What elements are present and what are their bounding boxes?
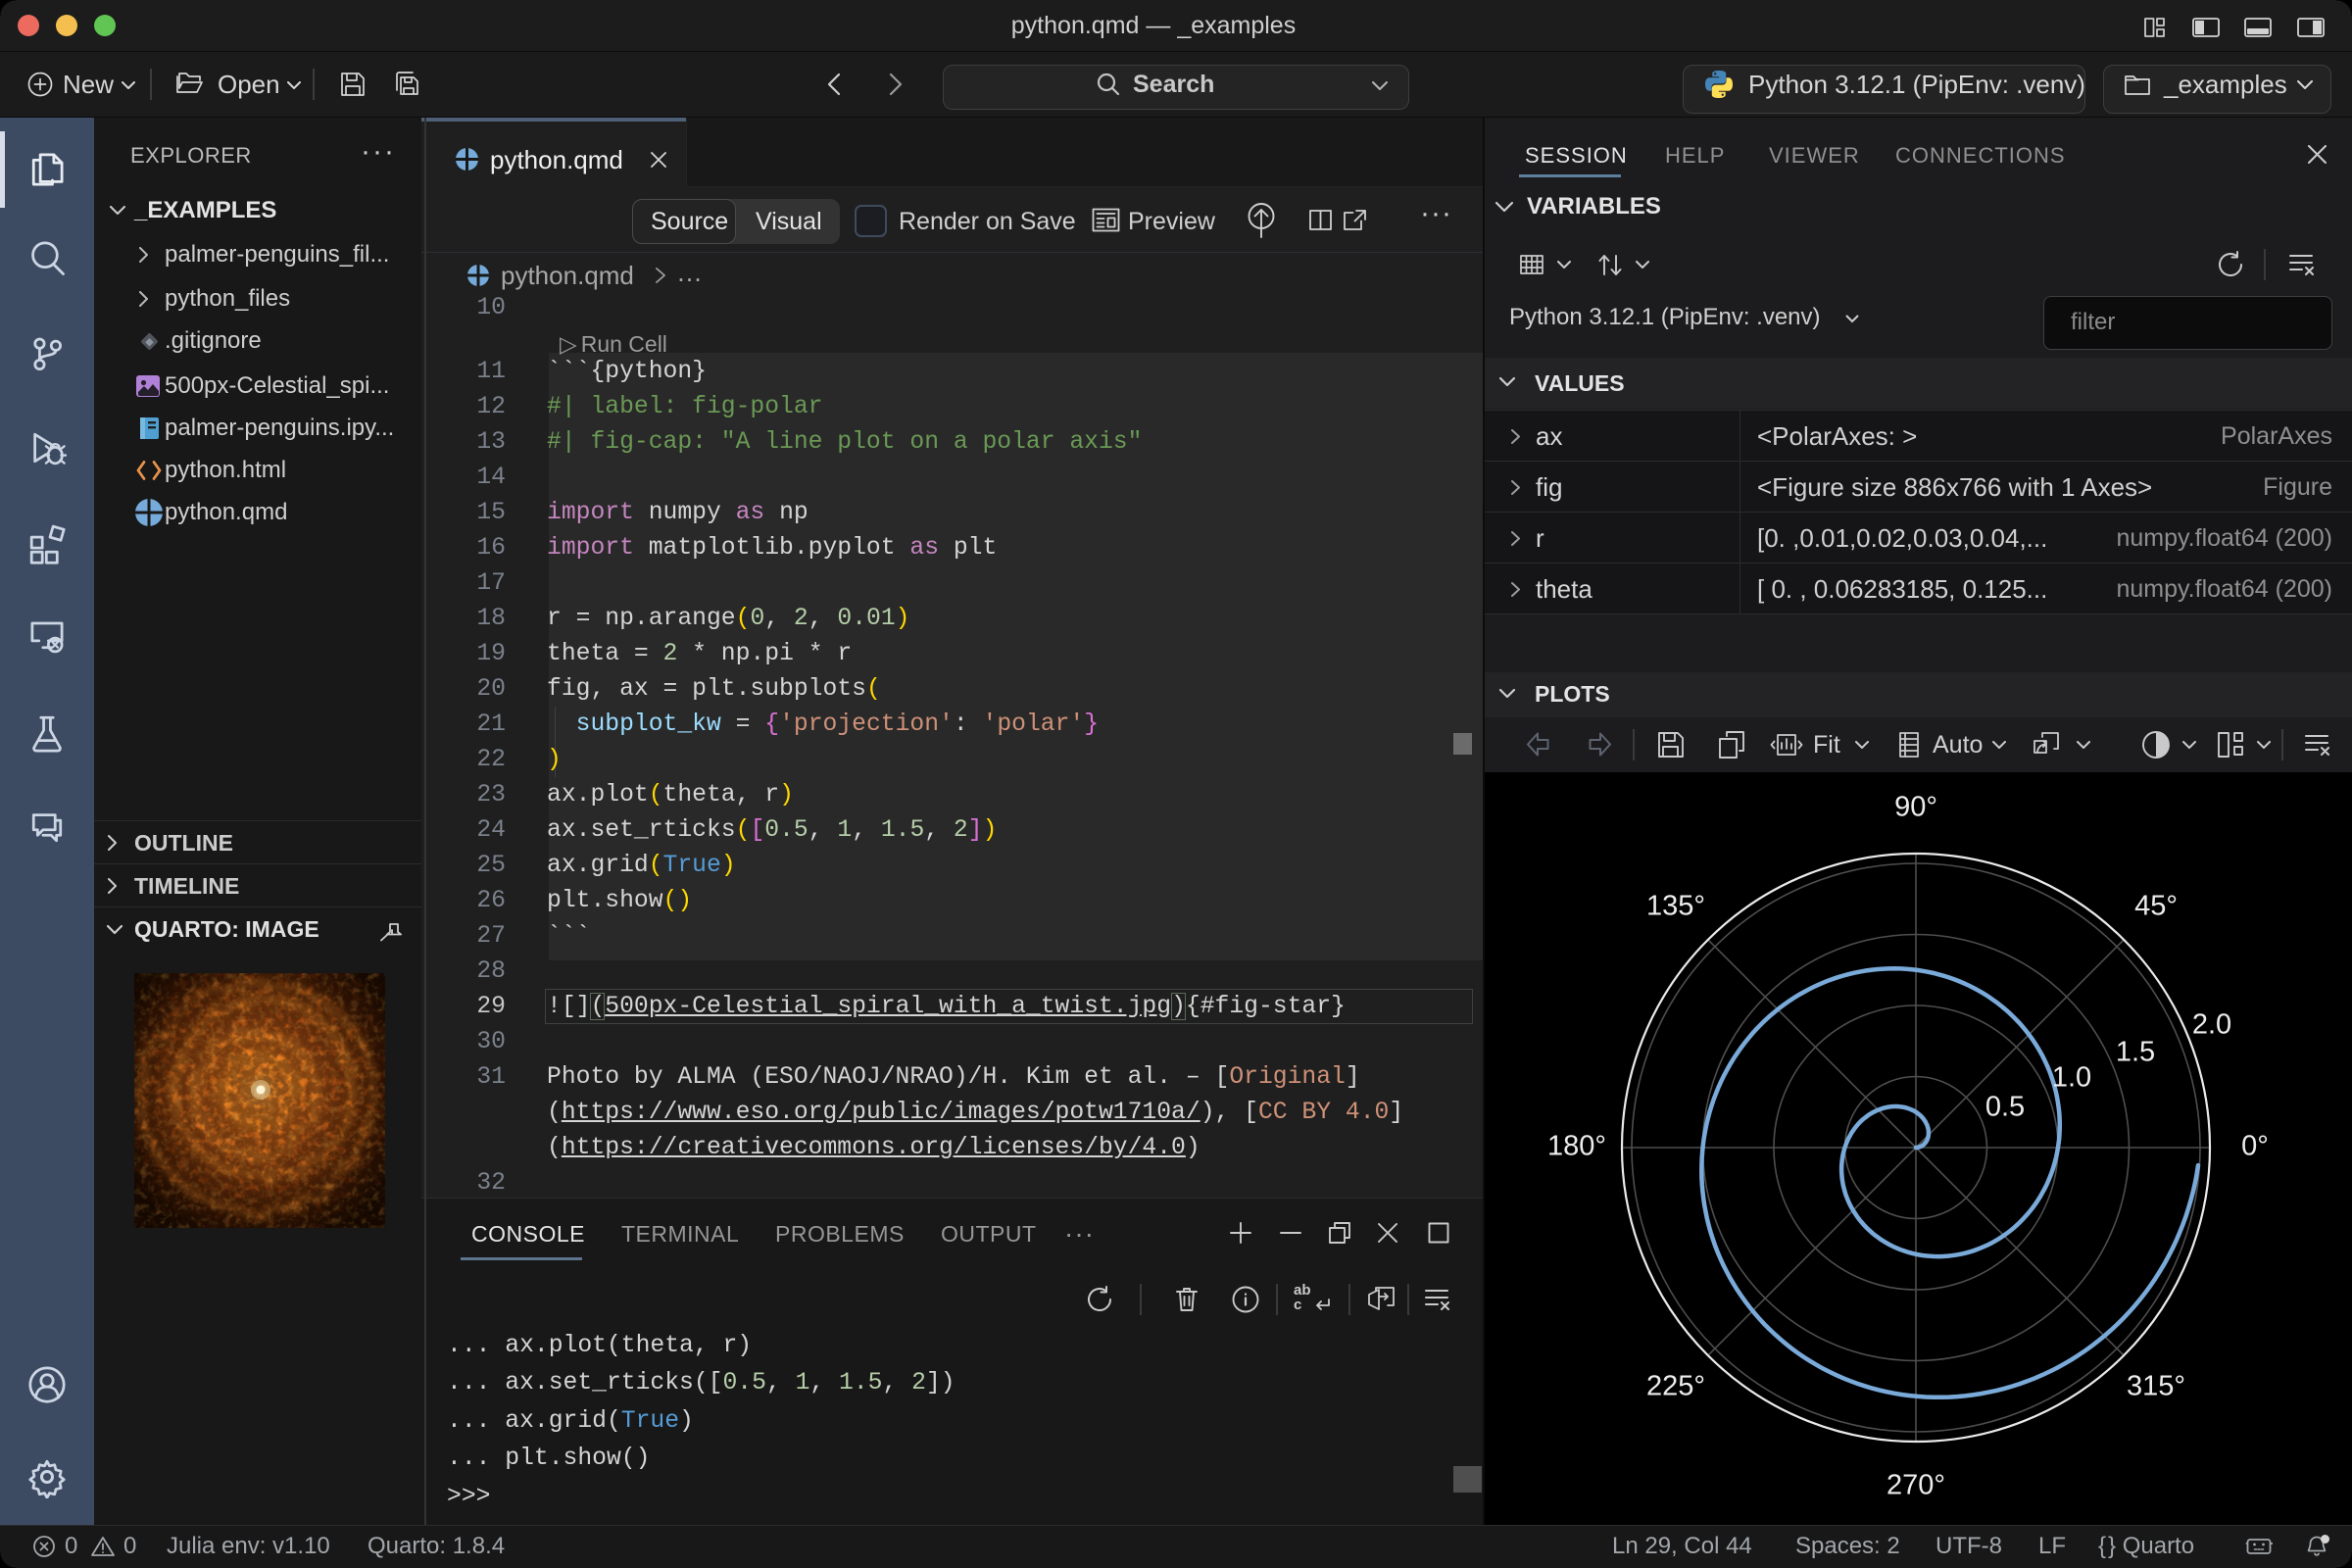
svg-text:1.5: 1.5 (2116, 1037, 2155, 1068)
svg-text:180°: 180° (1547, 1131, 1606, 1162)
svg-text:225°: 225° (1646, 1371, 1705, 1402)
svg-text:270°: 270° (1886, 1470, 1945, 1501)
svg-text:45°: 45° (2134, 891, 2178, 922)
svg-text:315°: 315° (2127, 1371, 2185, 1402)
svg-text:90°: 90° (1894, 792, 1937, 823)
svg-text:0.5: 0.5 (1985, 1092, 2025, 1123)
svg-text:2.0: 2.0 (2192, 1009, 2231, 1041)
svg-text:135°: 135° (1646, 891, 1705, 922)
svg-text:0°: 0° (2241, 1131, 2269, 1162)
svg-text:1.0: 1.0 (2052, 1062, 2091, 1094)
